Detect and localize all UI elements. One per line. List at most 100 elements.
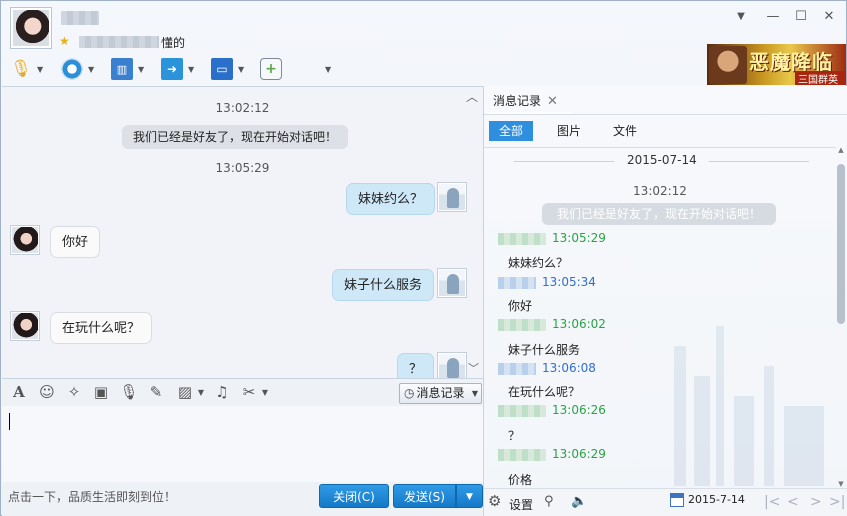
history-entry-meta: 13:06:29 — [498, 447, 606, 463]
my-avatar[interactable] — [437, 352, 467, 378]
message-history-label: 消息记录 — [416, 386, 465, 400]
prev-page-icon[interactable]: < — [787, 494, 799, 510]
scroll-up-icon[interactable]: ▲ — [836, 146, 846, 154]
chevron-down-icon[interactable]: ▼ — [190, 388, 212, 397]
message-bubble-received[interactable]: 在玩什么呢？ — [50, 312, 153, 344]
apps-button[interactable]: ▼ — [298, 57, 331, 81]
text-cursor — [9, 413, 10, 430]
filter-files[interactable]: 文件 — [603, 121, 647, 141]
gear-icon[interactable]: ⚙ — [488, 492, 501, 510]
hero-image — [709, 46, 747, 84]
chat-messages-area[interactable]: ︿ 13:02:12 我们已经是好友了，现在开始对话吧！ 13:05:29 妹妹… — [2, 86, 483, 378]
system-message: 我们已经是好友了，现在开始对话吧！ — [122, 125, 348, 149]
minimize-icon[interactable]: — — [764, 9, 782, 24]
filter-all[interactable]: 全部 — [489, 121, 534, 141]
message-timestamp: 13:02:12 — [215, 101, 270, 115]
send-button[interactable]: 发送(S) — [393, 484, 456, 508]
chevron-down-icon[interactable]: ▼ — [325, 65, 331, 74]
presentation-icon: ▥ — [111, 58, 133, 80]
search-icon[interactable]: ⚲ — [544, 494, 554, 509]
history-entry-text[interactable]: 妹妹约么？ — [508, 254, 568, 271]
history-entry-text[interactable]: 在玩什么呢？ — [508, 383, 580, 400]
calendar-icon — [670, 493, 684, 507]
contact-avatar-small[interactable] — [10, 225, 40, 255]
chevron-down-icon[interactable]: ▼ — [188, 65, 194, 74]
last-page-icon[interactable]: >| — [829, 494, 845, 510]
close-button[interactable]: 关闭(C) — [319, 484, 389, 508]
history-entry-meta: 13:06:26 — [498, 403, 606, 419]
ad-text-link[interactable]: 点击一下，品质生活即刻到位！ — [8, 488, 176, 505]
voice-message-icon[interactable]: 🎙 — [118, 383, 140, 401]
doodle-icon[interactable]: ✎ — [145, 383, 167, 401]
game-ad-banner[interactable]: 恶魔降临 三国群英战 — [707, 44, 846, 85]
music-icon[interactable]: ♫ — [211, 383, 233, 401]
history-entry-text[interactable]: 你好 — [508, 297, 532, 314]
date-value: 2015-7-14 — [688, 493, 745, 506]
video-call-button[interactable]: ▼ — [61, 57, 94, 81]
date-picker[interactable]: 2015-7-14 — [670, 493, 745, 507]
bottom-bar: 点击一下，品质生活即刻到位！ 关闭(C) 发送(S) ▼ — [2, 482, 483, 516]
message-bubble-sent[interactable]: ？ — [397, 353, 435, 378]
scroll-down-icon[interactable]: ﹀ — [468, 360, 479, 376]
my-avatar[interactable] — [437, 268, 467, 298]
message-history-button[interactable]: ◷ 消息记录 ▼ — [399, 383, 482, 404]
shake-icon[interactable]: ✧ — [63, 383, 85, 401]
screen-share-button[interactable]: ▥ ▼ — [111, 57, 144, 81]
history-entry-meta: 13:06:08 — [498, 361, 596, 377]
send-options-chevron-icon[interactable]: ▼ — [456, 484, 483, 508]
history-panel: 消息记录 ✕ 全部 图片 文件 2015-07-14 13:02:12 我们已经是… — [484, 86, 847, 516]
history-scrollbar[interactable]: ▲ ▼ — [836, 146, 846, 488]
scroll-down-icon[interactable]: ▼ — [836, 480, 846, 488]
message-timestamp: 13:05:29 — [215, 161, 270, 175]
microphone-icon: 🎙 — [10, 59, 32, 79]
new-discussion-button[interactable]: + — [260, 57, 282, 81]
message-bubble-received[interactable]: 你好 — [50, 226, 101, 258]
tab-message-history[interactable]: 消息记录 ✕ — [487, 88, 572, 114]
close-icon[interactable]: ✕ — [820, 9, 838, 24]
chat-add-icon: + — [260, 58, 282, 80]
chevron-down-icon[interactable]: ▼ — [254, 388, 276, 397]
date-label: 2015-07-14 — [627, 153, 697, 167]
send-file-button[interactable]: ➜ ▼ — [161, 57, 194, 81]
history-entry-text[interactable]: ？ — [508, 427, 520, 444]
action-toolbar: 🎙 ▼ ▼ ▥ ▼ ➜ ▼ ▭ ▼ + ▼ — [1, 53, 701, 85]
next-page-icon[interactable]: > — [810, 494, 822, 510]
history-entry-text[interactable]: 价格 — [508, 471, 532, 488]
tab-label: 消息记录 — [493, 94, 542, 108]
close-tab-icon[interactable]: ✕ — [547, 94, 558, 109]
contact-name-redacted — [61, 11, 99, 25]
speaker-icon[interactable]: 🔈 — [571, 494, 587, 509]
remote-desktop-button[interactable]: ▭ ▼ — [211, 57, 244, 81]
history-system-message: 我们已经是好友了，现在开始对话吧！ — [542, 203, 776, 225]
contact-avatar-small[interactable] — [10, 311, 40, 341]
message-bubble-sent[interactable]: 妹妹约么？ — [346, 183, 436, 215]
scrollbar-thumb[interactable] — [837, 164, 845, 324]
chevron-down-icon[interactable]: ▼ — [88, 65, 94, 74]
chevron-down-icon[interactable]: ▼ — [238, 65, 244, 74]
clock-icon: ◷ — [404, 386, 415, 400]
chevron-down-icon[interactable]: ▼ — [138, 65, 144, 74]
first-page-icon[interactable]: |< — [764, 494, 780, 510]
maximize-icon[interactable]: ☐ — [792, 9, 810, 24]
date-divider: 2015-07-14 — [484, 151, 836, 171]
my-avatar[interactable] — [437, 182, 467, 212]
contact-avatar[interactable] — [10, 7, 52, 49]
history-entry-meta: 13:05:29 — [498, 231, 606, 247]
menu-dropdown-icon[interactable]: ▼ — [732, 11, 750, 22]
webcam-icon — [61, 58, 83, 80]
chevron-down-icon: ▼ — [471, 389, 478, 398]
settings-label[interactable]: 设置 — [509, 496, 533, 513]
message-bubble-sent[interactable]: 妹子什么服务 — [332, 269, 435, 301]
font-icon[interactable]: A — [8, 383, 30, 401]
gif-icon[interactable]: ▣ — [90, 383, 112, 401]
history-timestamp: 13:02:12 — [633, 184, 687, 198]
message-input[interactable] — [2, 406, 483, 482]
emoji-icon[interactable]: ☺ — [36, 383, 58, 401]
history-bottom-bar: ⚙ 设置 ⚲ 🔈 2015-7-14 |< < > >| — [484, 488, 847, 516]
chat-window: ★ 懂的 ▼ — ☐ ✕ 🎙 ▼ ▼ ▥ ▼ ➜ ▼ ▭ ▼ + ▼ 恶魔降临 … — [0, 0, 847, 516]
chevron-down-icon[interactable]: ▼ — [37, 65, 43, 74]
voice-call-button[interactable]: 🎙 ▼ — [10, 57, 43, 81]
filter-images[interactable]: 图片 — [547, 121, 591, 141]
history-entry-text[interactable]: 妹子什么服务 — [508, 341, 580, 358]
history-entry-meta: 13:06:02 — [498, 317, 606, 333]
